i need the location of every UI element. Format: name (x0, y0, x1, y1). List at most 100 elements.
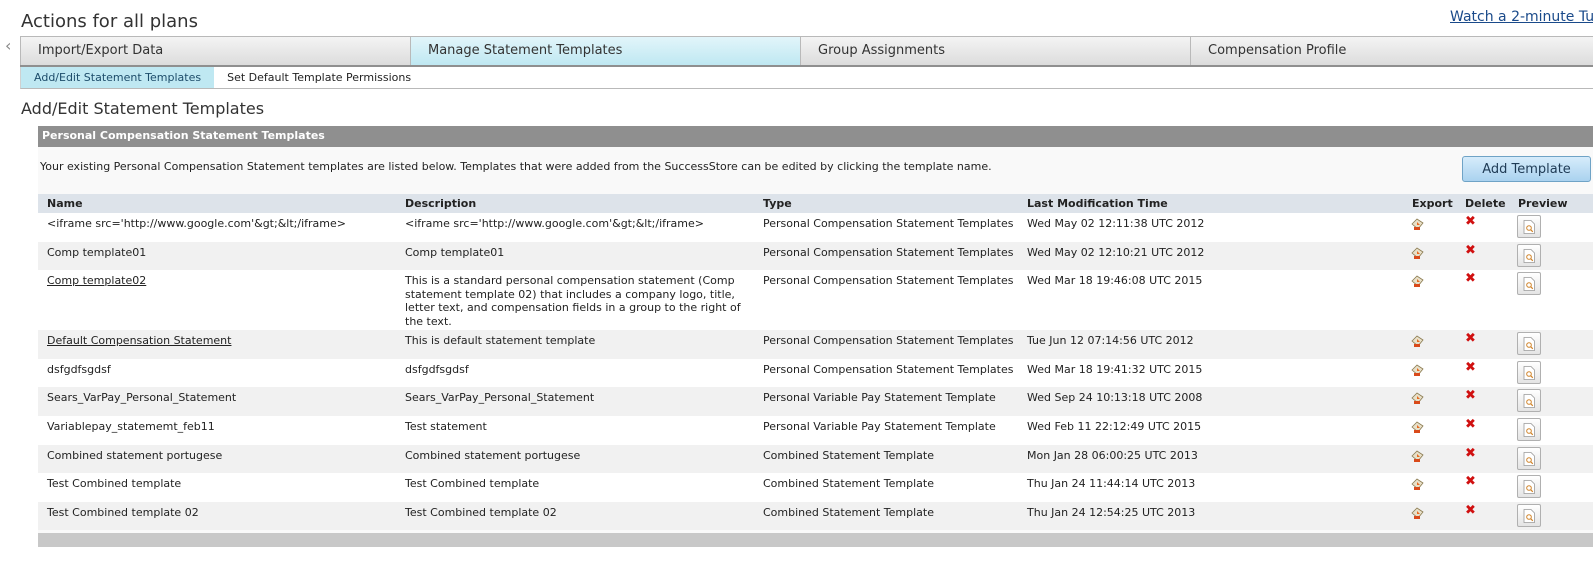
template-name: Test Combined template 02 (47, 505, 199, 519)
delete-x-icon[interactable]: ✖ (1465, 474, 1476, 489)
export-icon[interactable] (1411, 275, 1424, 288)
table-row: Test Combined template 02 Test Combined t… (38, 501, 1593, 531)
add-template-button[interactable]: Add Template (1462, 156, 1591, 182)
page-title: Actions for all plans (21, 11, 198, 32)
preview-document-icon[interactable] (1517, 389, 1541, 413)
table-body: <iframe src='http://www.google.com'&gt;&… (38, 213, 1593, 531)
template-type: Combined Statement Template (763, 448, 934, 462)
template-modification-time: Wed Sep 24 10:13:18 UTC 2008 (1027, 391, 1203, 405)
export-icon[interactable] (1411, 364, 1424, 377)
template-name: Variablepay_statememt_feb11 (47, 419, 215, 433)
export-icon[interactable] (1411, 335, 1424, 348)
template-description: Test Combined template (405, 477, 540, 491)
column-header-description: Description (405, 197, 477, 210)
delete-x-icon[interactable]: ✖ (1465, 446, 1476, 461)
template-description: <iframe src='http://www.google.com'&gt;&… (405, 217, 704, 230)
export-icon[interactable] (1411, 478, 1424, 491)
template-type: Personal Compensation Statement Template… (763, 334, 1014, 348)
template-type: Combined Statement Template (763, 505, 934, 519)
template-type: Combined Statement Template (763, 477, 934, 491)
export-icon[interactable] (1411, 421, 1424, 434)
template-modification-time: Thu Jan 24 11:44:14 UTC 2013 (1027, 477, 1196, 491)
template-modification-time: Wed Feb 11 22:12:49 UTC 2015 (1027, 419, 1202, 433)
subtab-add-edit-templates[interactable]: Add/Edit Statement Templates (21, 67, 215, 88)
delete-x-icon[interactable]: ✖ (1465, 331, 1476, 346)
preview-document-icon[interactable] (1517, 417, 1541, 441)
preview-document-icon[interactable] (1517, 272, 1541, 296)
sub-tabs: Add/Edit Statement Templates Set Default… (20, 67, 1593, 89)
template-modification-time: Wed May 02 12:11:38 UTC 2012 (1027, 217, 1205, 230)
template-name[interactable]: Default Compensation Statement (47, 334, 231, 348)
template-name[interactable]: Comp template02 (47, 274, 146, 288)
tab-manage-statement-templates[interactable]: Manage Statement Templates (410, 37, 800, 65)
delete-x-icon[interactable]: ✖ (1465, 360, 1476, 375)
panel-footer (38, 533, 1593, 547)
export-icon[interactable] (1411, 392, 1424, 405)
main-tabs: Import/Export Data Manage Statement Temp… (20, 36, 1593, 67)
section-title: Add/Edit Statement Templates (21, 99, 265, 118)
column-header-preview: Preview (1518, 197, 1568, 210)
column-header-modification-time: Last Modification Time (1027, 197, 1168, 210)
column-header-delete: Delete (1465, 197, 1506, 210)
preview-document-icon[interactable] (1517, 215, 1541, 238)
template-modification-time: Wed Mar 18 19:41:32 UTC 2015 (1027, 362, 1203, 376)
template-type: Personal Compensation Statement Template… (763, 245, 1014, 259)
template-modification-time: Thu Jan 24 12:54:25 UTC 2013 (1027, 505, 1196, 519)
table-row: Variablepay_statememt_feb11 Test statemen… (38, 415, 1593, 445)
template-description: Test Combined template 02 (405, 505, 557, 519)
template-type: Personal Compensation Statement Template… (763, 362, 1014, 376)
table-row: Comp template02 This is a standard person… (38, 270, 1593, 331)
tutorial-link[interactable]: Watch a 2-minute Tutoria (1450, 9, 1593, 25)
template-name: Combined statement portugese (47, 448, 223, 462)
column-header-name: Name (47, 197, 83, 210)
template-modification-time: Wed May 02 12:10:21 UTC 2012 (1027, 245, 1205, 259)
panel-intro-text: Your existing Personal Compensation Stat… (40, 160, 992, 173)
preview-document-icon[interactable] (1517, 475, 1541, 499)
table-row: Sears_VarPay_Personal_Statement Sears_Var… (38, 387, 1593, 416)
table-row: <iframe src='http://www.google.com'&gt;&… (38, 213, 1593, 242)
collapse-arrow-icon[interactable]: ‹ (5, 36, 11, 55)
delete-x-icon[interactable]: ✖ (1465, 417, 1476, 432)
preview-document-icon[interactable] (1517, 503, 1541, 527)
template-name: Sears_VarPay_Personal_Statement (47, 391, 237, 405)
template-type: Personal Compensation Statement Template… (763, 217, 1014, 230)
export-icon[interactable] (1411, 247, 1424, 260)
table-row: dsfgdfsgdsf dsfgdfsgdsf Personal Compensat… (38, 358, 1593, 388)
template-name: dsfgdfsgdsf (47, 362, 111, 376)
template-name: Comp template01 (47, 245, 147, 259)
delete-x-icon[interactable]: ✖ (1465, 214, 1476, 229)
template-type: Personal Variable Pay Statement Template (763, 391, 996, 405)
column-header-export: Export (1412, 197, 1453, 210)
delete-x-icon[interactable]: ✖ (1465, 388, 1476, 403)
template-description: This is default statement template (405, 334, 596, 348)
template-type: Personal Compensation Statement Template… (763, 274, 1014, 288)
column-header-type: Type (763, 197, 792, 210)
table-row: Default Compensation Statement This is de… (38, 330, 1593, 359)
preview-document-icon[interactable] (1517, 446, 1541, 470)
preview-document-icon[interactable] (1517, 243, 1541, 267)
tab-compensation-profile[interactable]: Compensation Profile (1190, 37, 1580, 65)
export-icon[interactable] (1411, 218, 1424, 231)
delete-x-icon[interactable]: ✖ (1465, 243, 1476, 258)
template-name: <iframe src='http://www.google.com'&gt;&… (47, 217, 346, 230)
template-modification-time: Wed Mar 18 19:46:08 UTC 2015 (1027, 274, 1203, 288)
template-description: Combined statement portugese (405, 448, 581, 462)
template-description: Test statement (405, 419, 487, 433)
templates-panel: Personal Compensation Statement Template… (38, 126, 1593, 547)
delete-x-icon[interactable]: ✖ (1465, 503, 1476, 518)
table-row: Test Combined template Test Combined temp… (38, 473, 1593, 502)
table-row: Comp template01 Comp template01 Personal C… (38, 241, 1593, 271)
table-row: Combined statement portugese Combined sta… (38, 444, 1593, 474)
tab-group-assignments[interactable]: Group Assignments (800, 37, 1190, 65)
tab-import-export[interactable]: Import/Export Data (20, 37, 410, 65)
template-type: Personal Variable Pay Statement Template (763, 419, 996, 433)
panel-header: Personal Compensation Statement Template… (38, 126, 1593, 147)
subtab-default-permissions[interactable]: Set Default Template Permissions (214, 67, 424, 88)
template-description: This is a standard personal compensation… (405, 274, 741, 328)
templates-table: Name Description Type Last Modification … (38, 194, 1593, 531)
delete-x-icon[interactable]: ✖ (1465, 271, 1476, 286)
export-icon[interactable] (1411, 507, 1424, 520)
preview-document-icon[interactable] (1517, 332, 1541, 356)
preview-document-icon[interactable] (1517, 360, 1541, 384)
export-icon[interactable] (1411, 450, 1424, 463)
